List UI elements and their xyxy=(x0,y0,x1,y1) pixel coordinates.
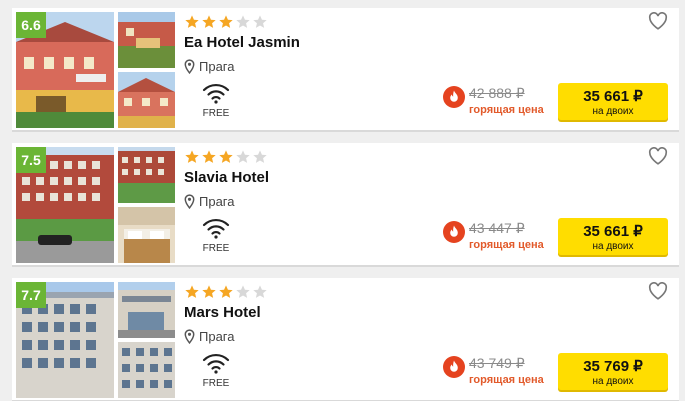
star-icon xyxy=(218,149,234,165)
heart-icon[interactable] xyxy=(648,12,668,30)
star-icon xyxy=(201,14,217,30)
price-amount: 35 769 ₽ xyxy=(583,358,643,375)
hotel-photo-thumb[interactable] xyxy=(118,342,175,398)
star-rating xyxy=(184,284,268,300)
hotel-location: Прага xyxy=(184,193,235,209)
heart-icon[interactable] xyxy=(648,147,668,165)
star-icon xyxy=(184,149,200,165)
hotel-location: Прага xyxy=(184,58,235,74)
city-name: Прага xyxy=(199,328,235,344)
hotel-name[interactable]: Ea Hotel Jasmin xyxy=(184,34,300,51)
fire-icon xyxy=(443,356,465,378)
rating-badge: 7.7 xyxy=(16,282,46,308)
hot-price-label: горящая цена xyxy=(469,104,544,116)
book-price-button[interactable]: 35 661 ₽ на двоих xyxy=(558,218,668,255)
hotel-card[interactable]: 7.7 Mars Hotel Прага FREE 43 749 ₽ горящая це… xyxy=(12,278,679,401)
wifi-label: FREE xyxy=(202,108,230,119)
old-price: 43 749 ₽ xyxy=(469,355,525,371)
hotel-photo-thumb[interactable] xyxy=(118,282,175,338)
wifi-icon xyxy=(202,217,230,239)
wifi-label: FREE xyxy=(202,378,230,389)
rating-badge: 7.5 xyxy=(16,147,46,173)
hotel-card[interactable]: 6.6 Ea Hotel Jasmin Прага FREE 42 888 ₽ горящ… xyxy=(12,8,679,132)
wifi-icon xyxy=(202,82,230,104)
hotel-photo-thumb[interactable] xyxy=(118,12,175,68)
star-icon xyxy=(201,284,217,300)
fire-icon xyxy=(443,221,465,243)
star-icon xyxy=(201,149,217,165)
star-rating xyxy=(184,149,268,165)
wifi-icon xyxy=(202,352,230,374)
star-icon xyxy=(218,14,234,30)
star-icon xyxy=(184,14,200,30)
hotel-name[interactable]: Slavia Hotel xyxy=(184,169,269,186)
hotel-location: Прага xyxy=(184,328,235,344)
city-name: Прага xyxy=(199,193,235,209)
star-icon xyxy=(252,284,268,300)
wifi-label: FREE xyxy=(202,243,230,254)
hot-price-label: горящая цена xyxy=(469,239,544,251)
hotel-card[interactable]: 7.5 Slavia Hotel Прага FREE 43 447 ₽ горящая … xyxy=(12,143,679,267)
star-icon xyxy=(184,284,200,300)
star-icon xyxy=(235,149,251,165)
star-icon xyxy=(235,284,251,300)
hotel-photo-thumb[interactable] xyxy=(118,72,175,128)
old-price: 42 888 ₽ xyxy=(469,85,525,101)
star-icon xyxy=(252,14,268,30)
map-pin-icon xyxy=(184,328,195,344)
star-rating xyxy=(184,14,268,30)
price-amount: 35 661 ₽ xyxy=(583,88,643,105)
price-note: на двоих xyxy=(592,241,634,252)
price-note: на двоих xyxy=(592,376,634,387)
book-price-button[interactable]: 35 661 ₽ на двоих xyxy=(558,83,668,120)
price-amount: 35 661 ₽ xyxy=(583,223,643,240)
map-pin-icon xyxy=(184,193,195,209)
star-icon xyxy=(235,14,251,30)
book-price-button[interactable]: 35 769 ₽ на двоих xyxy=(558,353,668,390)
rating-badge: 6.6 xyxy=(16,12,46,38)
map-pin-icon xyxy=(184,58,195,74)
star-icon xyxy=(252,149,268,165)
city-name: Прага xyxy=(199,58,235,74)
fire-icon xyxy=(443,86,465,108)
hotel-name[interactable]: Mars Hotel xyxy=(184,304,261,321)
hot-price-label: горящая цена xyxy=(469,374,544,386)
heart-icon[interactable] xyxy=(648,282,668,300)
old-price: 43 447 ₽ xyxy=(469,220,525,236)
price-note: на двоих xyxy=(592,106,634,117)
hotel-photo-thumb[interactable] xyxy=(118,147,175,203)
hotel-photo-thumb[interactable] xyxy=(118,207,175,263)
star-icon xyxy=(218,284,234,300)
